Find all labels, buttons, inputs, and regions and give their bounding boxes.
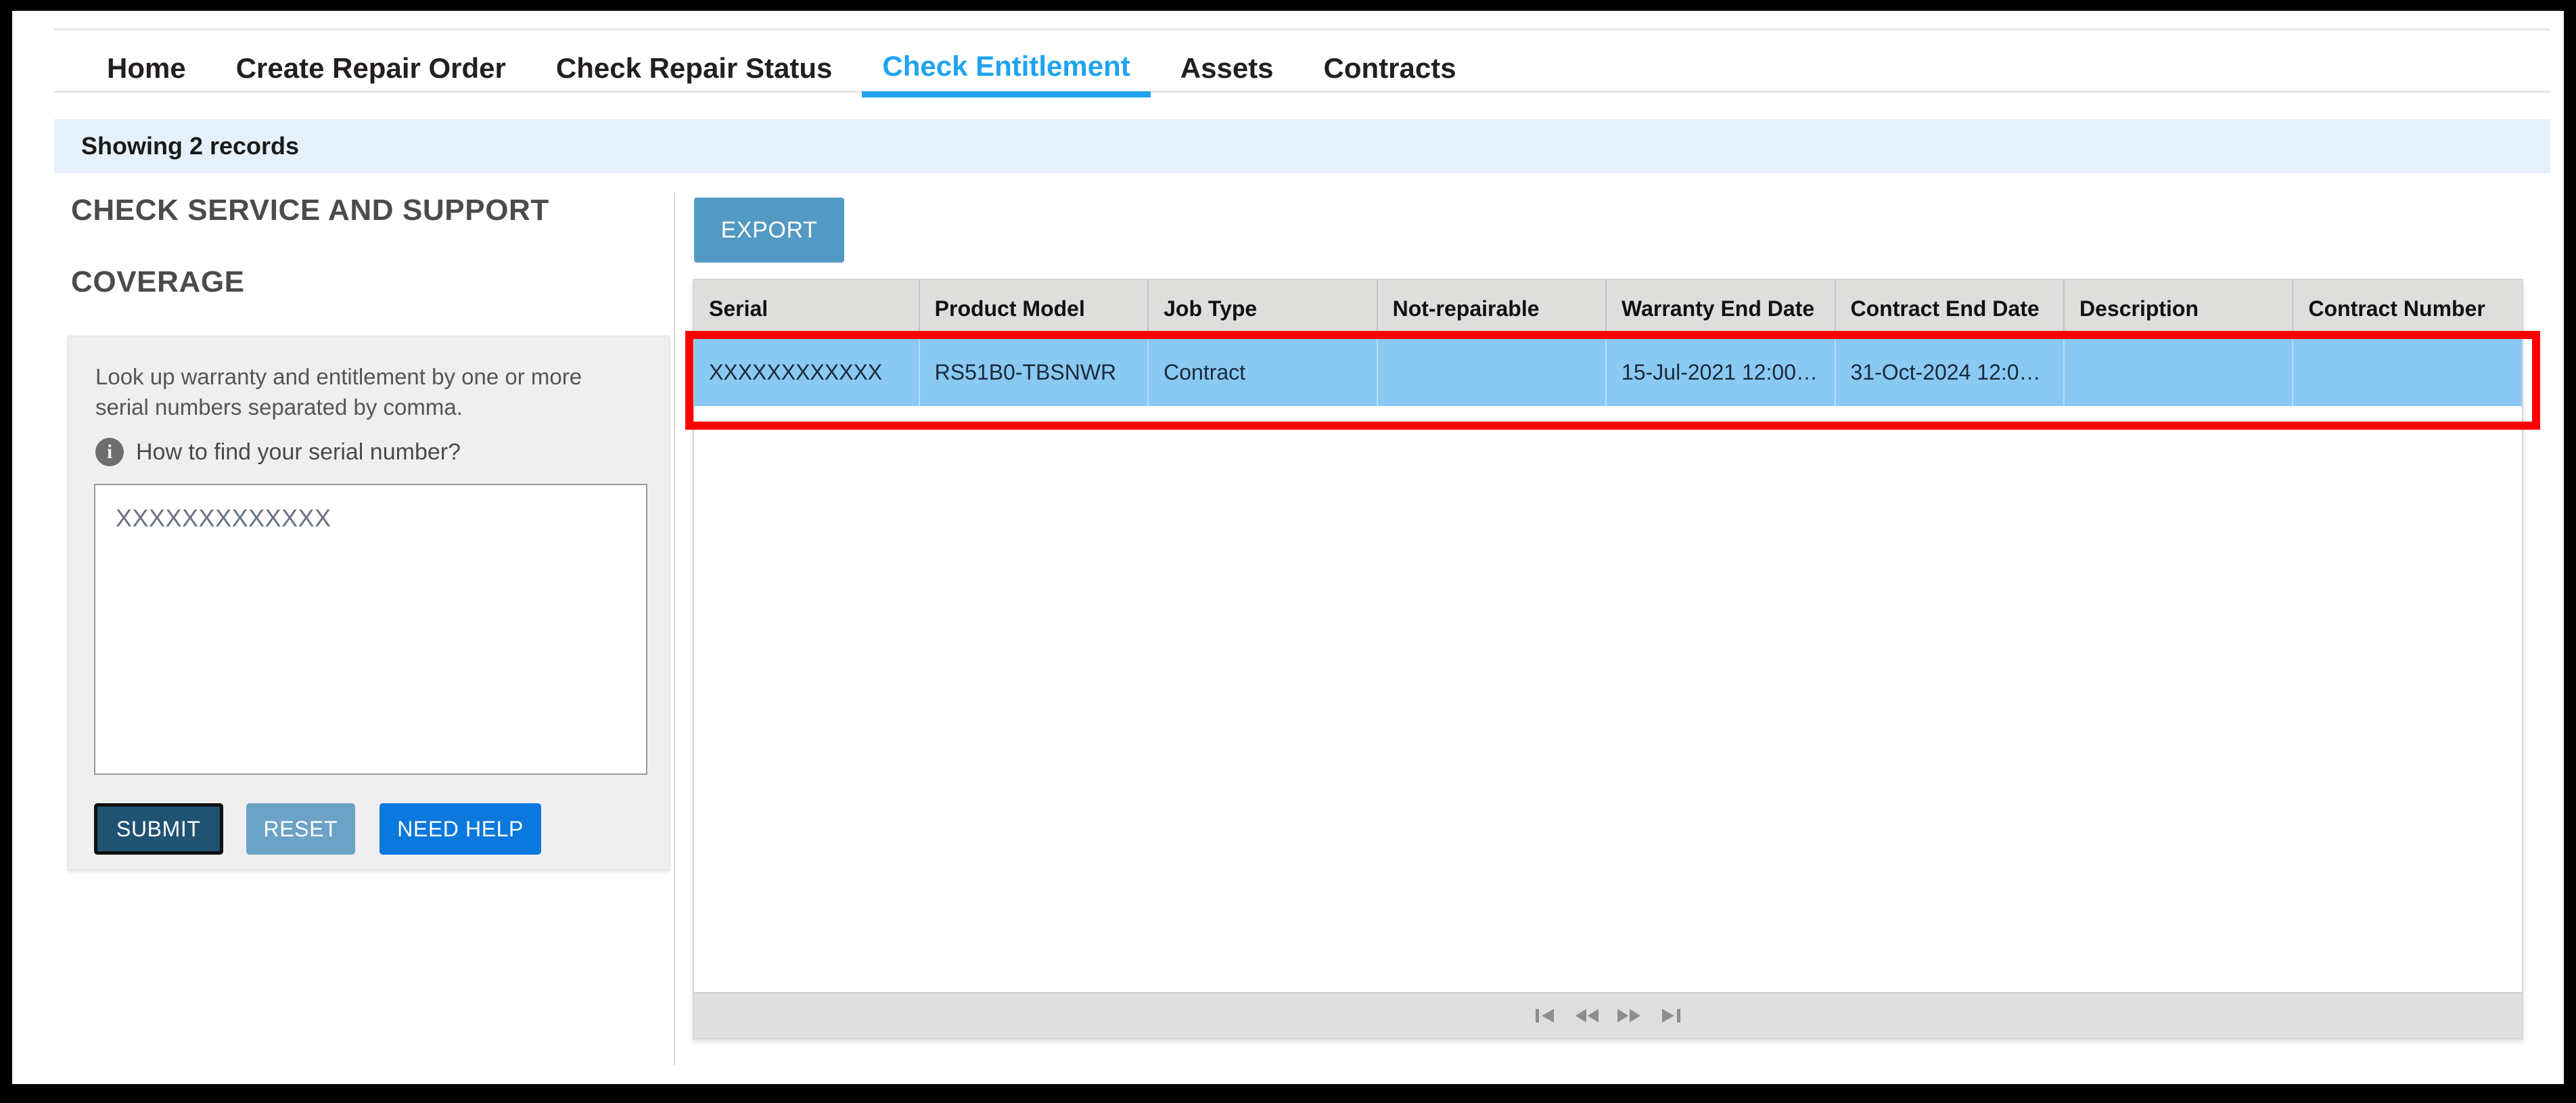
column-header-warranty-end-date[interactable]: Warranty End Date <box>1606 280 1836 339</box>
cell-not-repairable <box>1377 338 1607 406</box>
lookup-description: Look up warranty and entitlement by one … <box>95 364 582 420</box>
grid-footer <box>694 992 2522 1038</box>
form-actions: SUBMIT RESET NEED HELP <box>94 803 541 855</box>
nav-tab-contracts[interactable]: Contracts <box>1304 54 1477 97</box>
app-page: Home Create Repair Order Check Repair St… <box>12 11 2564 1084</box>
nav-tab-check-repair-status[interactable]: Check Repair Status <box>536 54 852 97</box>
column-header-contract-end-date[interactable]: Contract End Date <box>1835 280 2065 339</box>
panel-title-line2: COVERAGE <box>71 265 245 298</box>
panel-title-line1: CHECK SERVICE AND SUPPORT <box>71 194 549 227</box>
cell-serial: XXXXXXXXXXXX <box>694 338 920 406</box>
reset-button[interactable]: RESET <box>246 803 356 855</box>
serial-lookup-card: Look up warranty and entitlement by one … <box>68 336 670 870</box>
nav-tab-check-entitlement[interactable]: Check Entitlement <box>862 52 1151 97</box>
nav-tab-create-repair-order[interactable]: Create Repair Order <box>216 54 526 97</box>
column-divider <box>674 192 675 1065</box>
cell-warranty-end-date: 15-Jul-2021 12:00:00 <box>1606 338 1836 406</box>
main-nav-tabs: Home Create Repair Order Check Repair St… <box>87 35 1486 97</box>
cell-contract-number <box>2293 338 2522 406</box>
left-panel: CHECK SERVICE AND SUPPORT COVERAGE <box>54 194 676 299</box>
next-page-icon[interactable] <box>1608 1000 1650 1031</box>
cell-product-model: RS51B0-TBSNWR <box>919 338 1149 406</box>
table-header-row: Serial Product Model Job Type Not-repair… <box>694 280 2522 339</box>
records-count-banner: Showing 2 records <box>54 119 2550 173</box>
entitlement-results-grid: Serial Product Model Job Type Not-repair… <box>693 279 2523 1039</box>
table-row[interactable]: XXXXXXXXXXXX RS51B0-TBSNWR Contract 15-J… <box>694 338 2522 406</box>
nav-tab-assets[interactable]: Assets <box>1160 54 1294 97</box>
results-table: Serial Product Model Job Type Not-repair… <box>694 280 2522 406</box>
export-button[interactable]: EXPORT <box>694 198 844 263</box>
column-header-contract-number[interactable]: Contract Number <box>2293 280 2522 339</box>
cell-contract-end-date: 31-Oct-2024 12:00:00 <box>1835 338 2065 406</box>
column-header-description[interactable]: Description <box>2063 280 2294 339</box>
first-page-icon[interactable] <box>1524 1000 1566 1031</box>
column-header-job-type[interactable]: Job Type <box>1148 280 1378 339</box>
serial-help-label: How to find your serial number? <box>136 438 461 465</box>
column-header-product-model[interactable]: Product Model <box>919 280 1149 339</box>
column-header-not-repairable[interactable]: Not-repairable <box>1377 280 1607 339</box>
cell-description <box>2063 338 2294 406</box>
column-header-serial[interactable]: Serial <box>694 280 920 339</box>
last-page-icon[interactable] <box>1650 1000 1692 1031</box>
nav-tab-home[interactable]: Home <box>87 54 206 97</box>
cell-job-type: Contract <box>1148 338 1378 406</box>
serial-number-input[interactable] <box>94 484 647 775</box>
need-help-button[interactable]: NEED HELP <box>380 803 541 855</box>
serial-help-link[interactable]: i How to find your serial number? <box>95 438 461 466</box>
info-icon: i <box>95 438 124 466</box>
pagination-controls <box>1524 1000 1692 1031</box>
records-count-text: Showing 2 records <box>81 132 300 160</box>
submit-button[interactable]: SUBMIT <box>94 803 223 855</box>
previous-page-icon[interactable] <box>1566 1000 1608 1031</box>
